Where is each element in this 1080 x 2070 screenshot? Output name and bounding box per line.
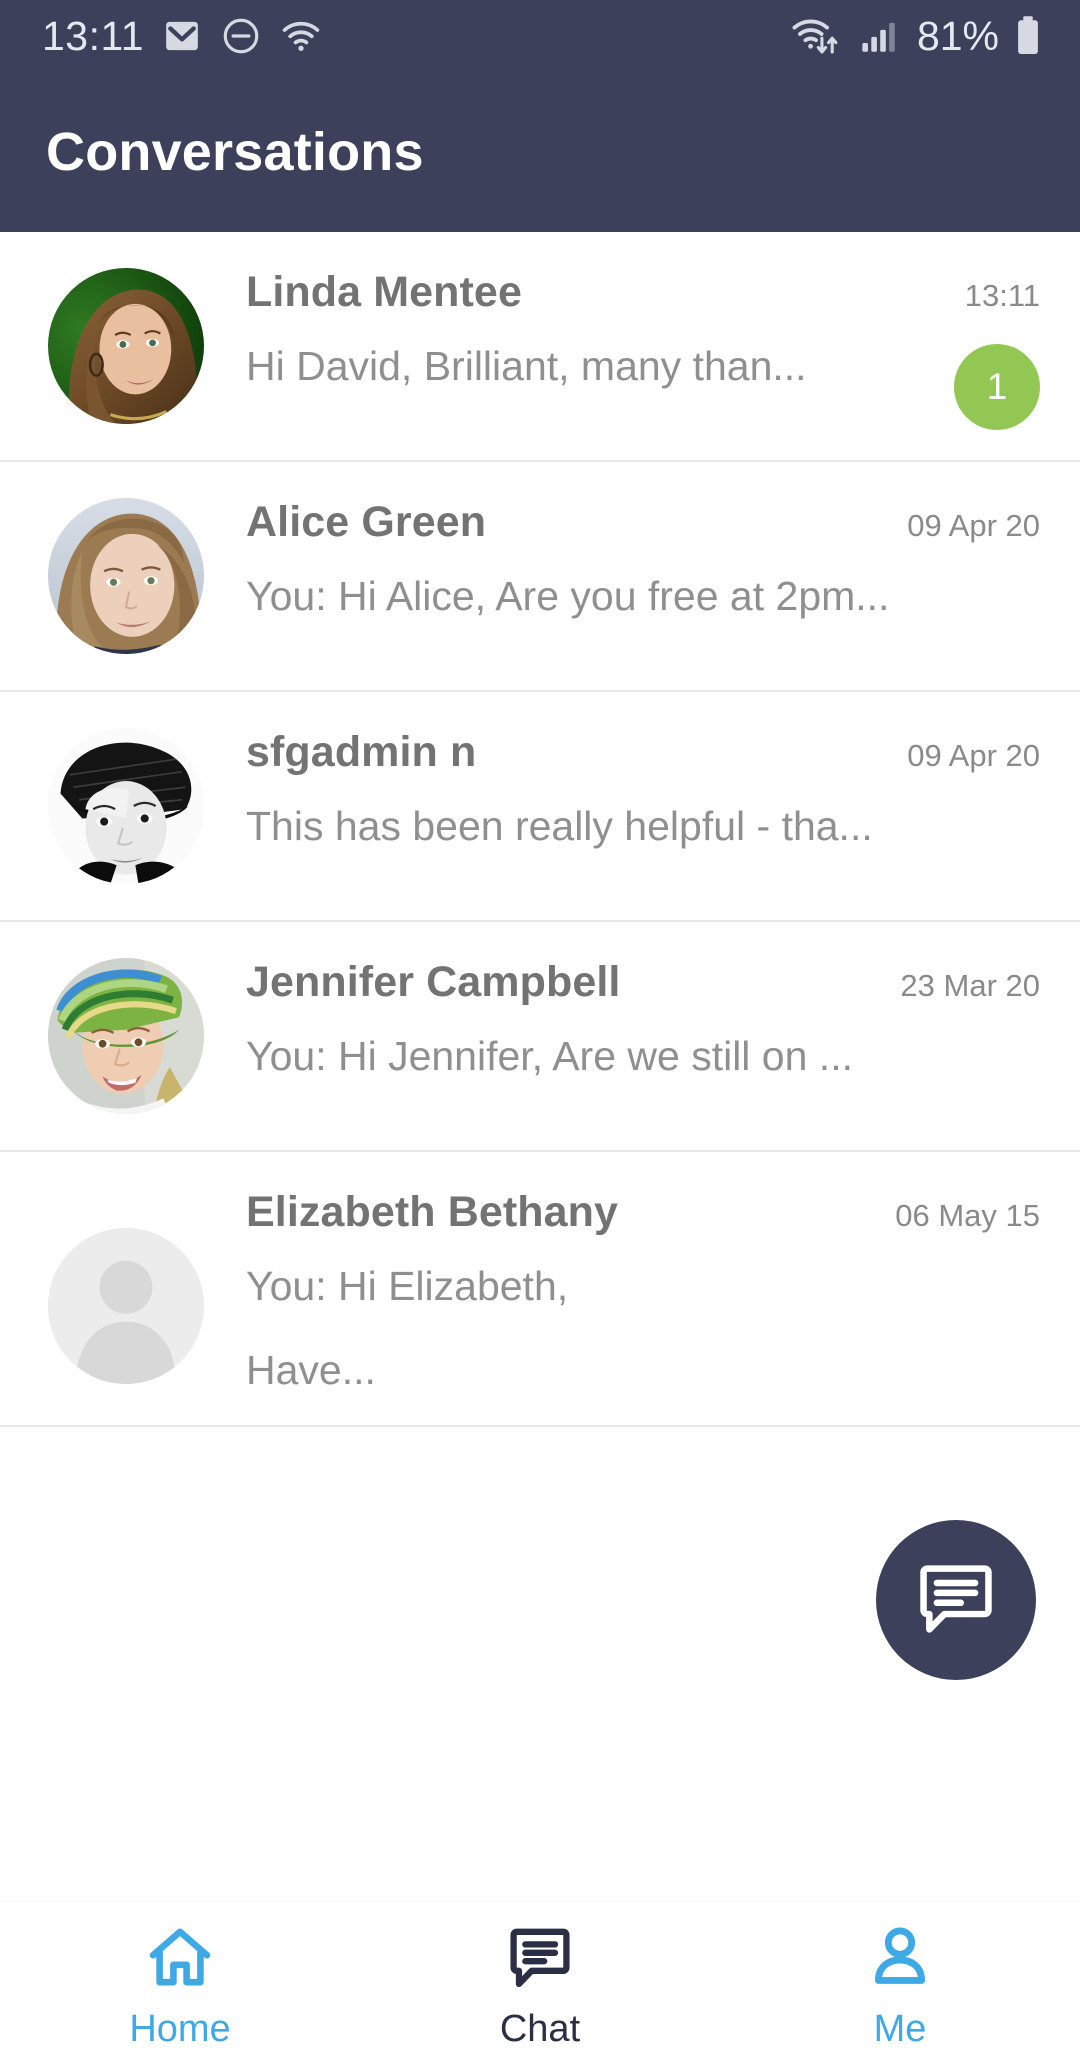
mail-icon bbox=[162, 16, 202, 56]
nav-item-me[interactable]: Me bbox=[720, 1920, 1080, 2051]
page-title: Conversations bbox=[46, 122, 424, 182]
nav-label-chat: Chat bbox=[499, 2008, 581, 2050]
status-bar-right: 81% bbox=[791, 13, 1046, 60]
home-icon bbox=[144, 1920, 216, 1994]
avatar bbox=[48, 498, 204, 654]
avatar bbox=[48, 1228, 204, 1384]
status-bar: 13:11 81% bbox=[0, 0, 1080, 72]
app-bar: Conversations bbox=[0, 72, 1080, 232]
message-preview: This has been really helpful - tha... bbox=[246, 803, 873, 849]
conversation-content: Linda Mentee 13:11 Hi David, Brilliant, … bbox=[204, 260, 1040, 393]
conversation-timestamp: 09 Apr 20 bbox=[907, 508, 1040, 543]
battery-icon bbox=[1010, 14, 1046, 58]
conversation-list[interactable]: Linda Mentee 13:11 Hi David, Brilliant, … bbox=[0, 232, 1080, 1900]
message-preview: You: Hi Jennifer, Are we still on ... bbox=[246, 1033, 853, 1079]
conversation-row-elizabeth-bethany[interactable]: Elizabeth Bethany 06 May 15 You: Hi Eliz… bbox=[0, 1152, 1080, 1428]
conversation-row-alice-green[interactable]: Alice Green 09 Apr 20 You: Hi Alice, Are… bbox=[0, 462, 1080, 692]
unread-badge: 1 bbox=[954, 344, 1040, 430]
conversation-row-linda-mentee[interactable]: Linda Mentee 13:11 Hi David, Brilliant, … bbox=[0, 232, 1080, 462]
nav-label-me: Me bbox=[873, 2008, 927, 2050]
avatar bbox=[48, 958, 204, 1114]
conversation-content: Jennifer Campbell 23 Mar 20 You: Hi Jenn… bbox=[204, 950, 1040, 1083]
contact-name: Alice Green bbox=[246, 498, 487, 546]
conversation-row-jennifer-campbell[interactable]: Jennifer Campbell 23 Mar 20 You: Hi Jenn… bbox=[0, 922, 1080, 1152]
conversation-timestamp: 23 Mar 20 bbox=[900, 968, 1040, 1003]
message-preview-line-1: You: Hi Elizabeth, bbox=[246, 1263, 569, 1309]
conversation-timestamp: 09 Apr 20 bbox=[907, 738, 1040, 773]
placeholder-person-icon bbox=[48, 1228, 204, 1384]
phone-screen: 13:11 81% Conversations Linda Mentee 13:… bbox=[0, 0, 1080, 2070]
contact-name: Elizabeth Bethany bbox=[246, 1188, 619, 1236]
conversation-header: Alice Green 09 Apr 20 bbox=[246, 498, 1040, 547]
conversation-content: Alice Green 09 Apr 20 You: Hi Alice, Are… bbox=[204, 490, 1040, 623]
message-preview: You: Hi Elizabeth, Have... bbox=[246, 1259, 1040, 1397]
chat-icon bbox=[504, 1920, 576, 1994]
battery-percent-label: 81% bbox=[916, 12, 999, 59]
new-chat-fab[interactable] bbox=[876, 1520, 1036, 1680]
avatar bbox=[48, 728, 204, 884]
new-chat-icon bbox=[915, 1557, 997, 1644]
conversation-content: Elizabeth Bethany 06 May 15 You: Hi Eliz… bbox=[204, 1180, 1040, 1397]
conversation-header: Linda Mentee 13:11 bbox=[246, 268, 1040, 317]
message-preview: You: Hi Alice, Are you free at 2pm... bbox=[246, 573, 890, 619]
contact-name: Jennifer Campbell bbox=[246, 958, 621, 1006]
message-preview: Hi David, Brilliant, many than... bbox=[246, 343, 807, 389]
cellular-signal-icon bbox=[858, 15, 900, 57]
nav-item-home[interactable]: Home bbox=[0, 1920, 360, 2051]
conversation-header: sfgadmin n 09 Apr 20 bbox=[246, 728, 1040, 777]
conversation-timestamp: 13:11 bbox=[964, 278, 1040, 313]
conversation-content: sfgadmin n 09 Apr 20 This has been reall… bbox=[204, 720, 1040, 853]
person-icon bbox=[864, 1920, 936, 1994]
contact-name: sfgadmin n bbox=[246, 728, 477, 776]
avatar bbox=[48, 268, 204, 424]
conversation-header: Jennifer Campbell 23 Mar 20 bbox=[246, 958, 1040, 1007]
wifi-icon bbox=[280, 15, 322, 57]
status-bar-clock: 13:11 bbox=[42, 12, 145, 59]
message-preview-line-2: Have... bbox=[246, 1347, 376, 1394]
conversation-header: Elizabeth Bethany 06 May 15 bbox=[246, 1188, 1040, 1237]
nav-item-chat[interactable]: Chat bbox=[360, 1920, 720, 2051]
contact-name: Linda Mentee bbox=[246, 268, 522, 316]
nav-label-home: Home bbox=[129, 2008, 231, 2050]
conversation-row-sfgadmin-n[interactable]: sfgadmin n 09 Apr 20 This has been reall… bbox=[0, 692, 1080, 922]
conversation-timestamp: 06 May 15 bbox=[895, 1198, 1040, 1233]
wifi-data-icon bbox=[791, 14, 847, 58]
do-not-disturb-icon bbox=[220, 15, 262, 57]
bottom-navigation-bar: Home Chat Me bbox=[0, 1900, 1080, 2070]
status-bar-left: 13:11 bbox=[42, 13, 322, 60]
